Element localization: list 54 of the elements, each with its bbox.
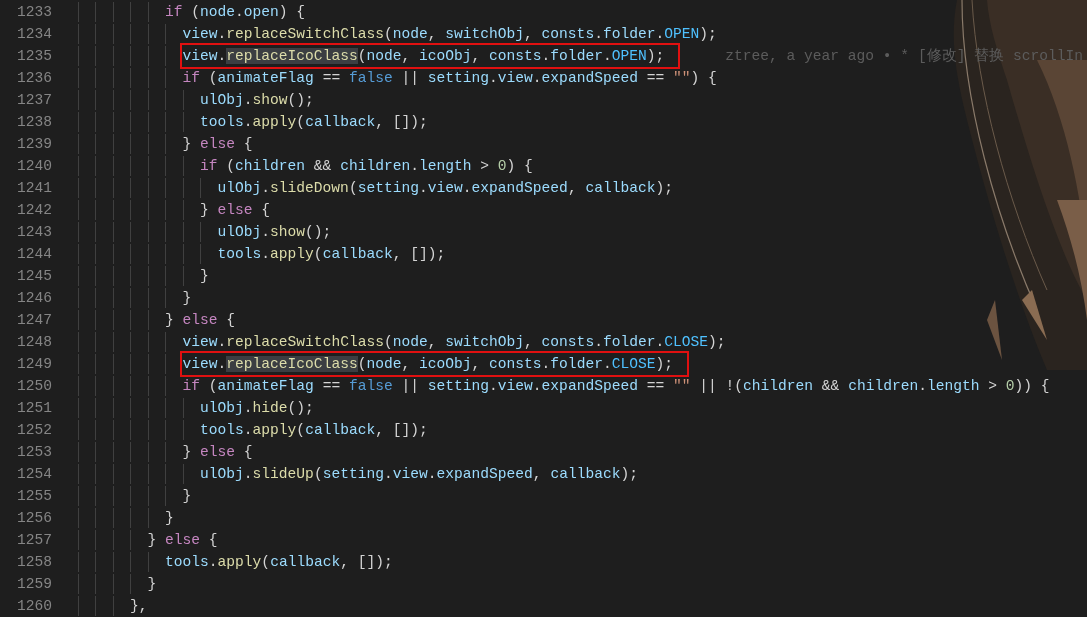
code-line: view.replaceSwitchClass(node, switchObj, consts.folder.OPEN);: [182, 25, 717, 44]
line-number: 1243: [15, 223, 52, 242]
line-number: 1254: [15, 465, 52, 484]
line-number: 1238: [15, 113, 52, 132]
code-line: if (node.open) {: [165, 3, 306, 22]
code-line: tools.apply(callback, []);: [217, 245, 446, 264]
line-number: 1248: [15, 333, 52, 352]
line-number: 1233: [15, 3, 52, 22]
code-line: if (animateFlag == false || setting.view.expandSpeed == "") {: [182, 69, 717, 88]
code-line: ulObj.slideDown(setting.view.expandSpeed, callback);: [217, 179, 673, 198]
line-number: 1249: [15, 355, 52, 374]
code-line: ulObj.show();: [217, 223, 332, 242]
code-line: } else {: [182, 135, 253, 154]
code-line: } else {: [165, 311, 236, 330]
line-number: 1246: [15, 289, 52, 308]
line-number: 1245: [15, 267, 52, 286]
code-line: ulObj.show();: [200, 91, 314, 110]
line-number: 1242: [15, 201, 52, 220]
line-number: 1252: [15, 421, 52, 440]
line-number: 1235: [15, 47, 52, 66]
code-line: }: [147, 575, 157, 594]
code-line: tools.apply(callback, []);: [200, 113, 428, 132]
code-line: } else {: [182, 443, 253, 462]
code-line: if (children && children.length > 0) {: [200, 157, 533, 176]
line-number: 1237: [15, 91, 52, 110]
line-number: 1259: [15, 575, 52, 594]
line-number: 1257: [15, 531, 52, 550]
line-number: 1255: [15, 487, 52, 506]
code-line: ulObj.slideUp(setting.view.expandSpeed, callback);: [200, 465, 638, 484]
line-number: 1251: [15, 399, 52, 418]
line-number: 1236: [15, 69, 52, 88]
line-number: 1239: [15, 135, 52, 154]
line-number: 1256: [15, 509, 52, 528]
code-line: },: [130, 597, 148, 616]
line-number: 1250: [15, 377, 52, 396]
code-line: tools.apply(callback, []);: [165, 553, 393, 572]
code-line: }: [200, 267, 209, 286]
code-line: tools.apply(callback, []);: [200, 421, 428, 440]
line-number: 1234: [15, 25, 52, 44]
code-line: } else {: [147, 531, 218, 550]
code-line: view.replaceSwitchClass(node, switchObj, consts.folder.CLOSE);: [182, 333, 726, 352]
code-line: }: [165, 509, 174, 528]
line-number: 1260: [15, 597, 52, 616]
code-line: ulObj.hide();: [200, 399, 314, 418]
code-line: if (animateFlag == false || setting.view.expandSpeed == "" || !(children && children.length > 0)) {: [182, 377, 1050, 396]
code-line: } else {: [200, 201, 271, 220]
line-number: 1247: [15, 311, 52, 330]
line-number: 1244: [15, 245, 52, 264]
line-number: 1253: [15, 443, 52, 462]
code-line: }: [182, 289, 192, 308]
line-number: 1240: [15, 157, 52, 176]
code-line: }: [182, 487, 192, 506]
line-number: 1241: [15, 179, 52, 198]
line-number: 1258: [15, 553, 52, 572]
